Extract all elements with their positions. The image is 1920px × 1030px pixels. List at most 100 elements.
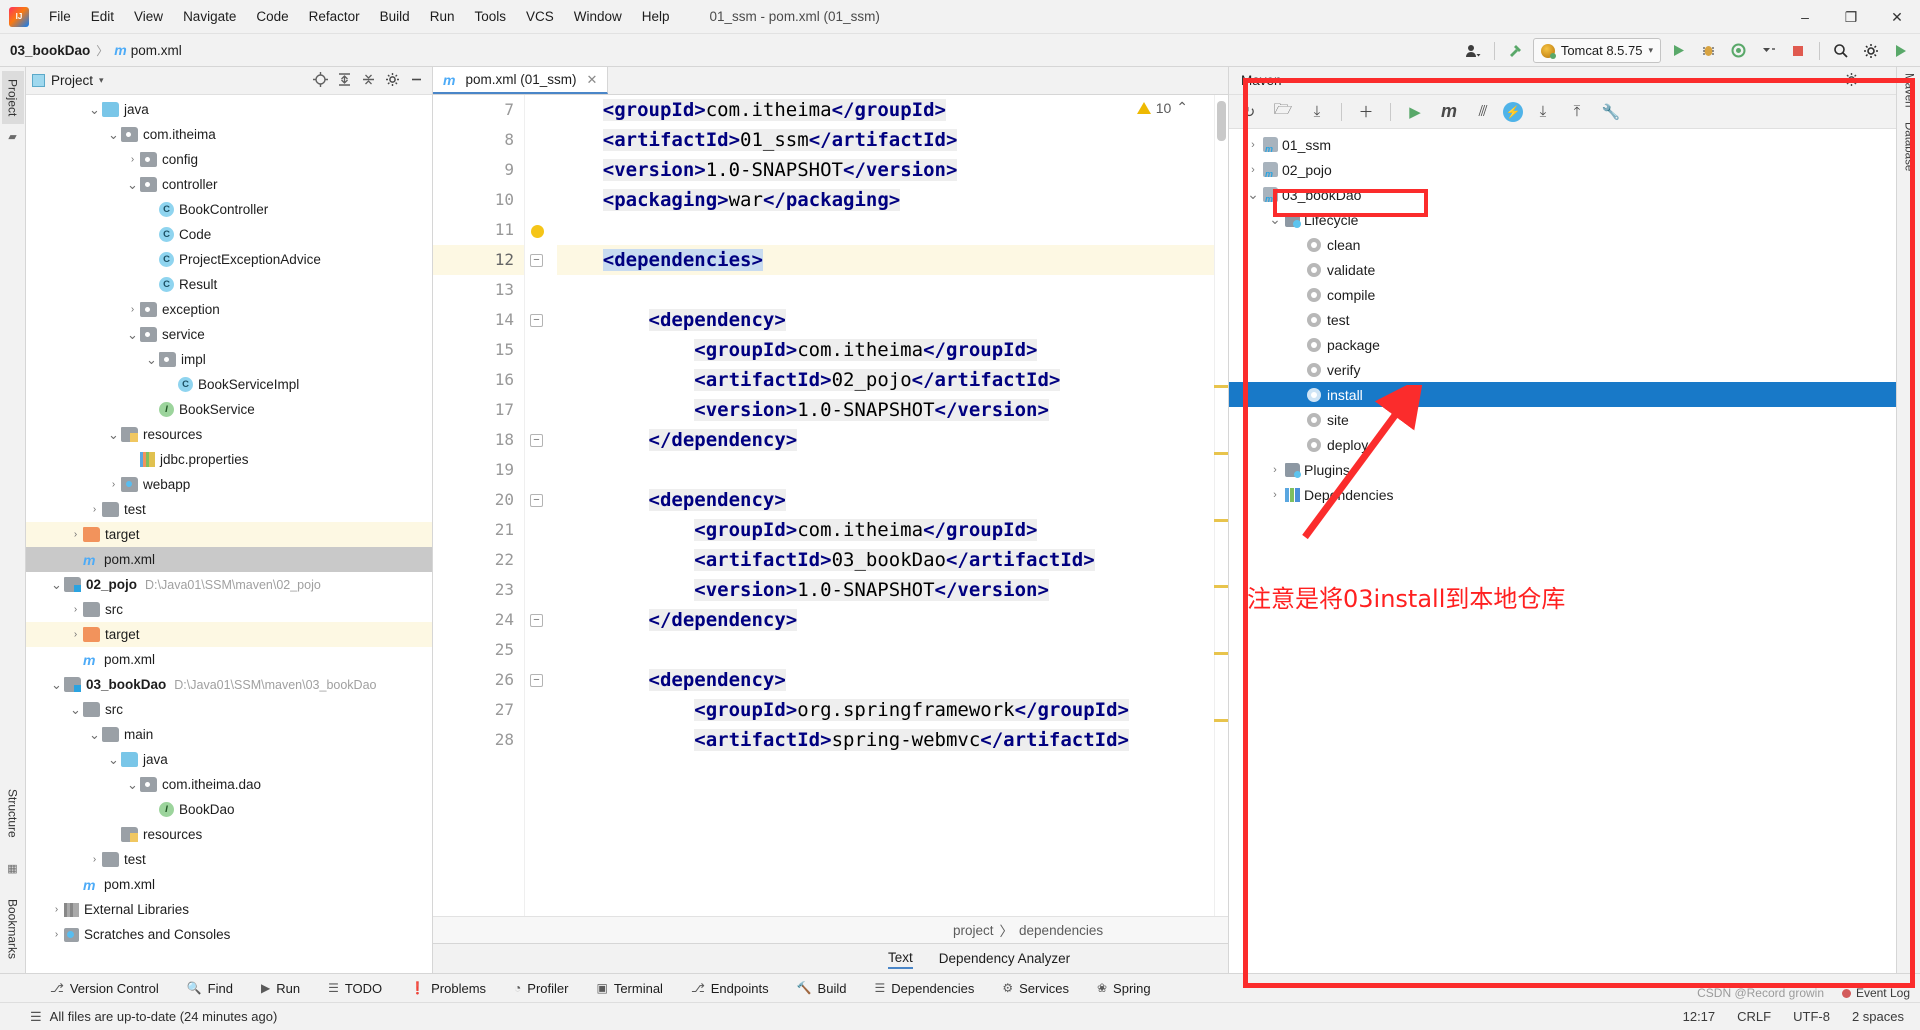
code-line[interactable]: <version>1.0-SNAPSHOT</version> <box>557 155 1228 185</box>
menu-build[interactable]: Build <box>370 5 420 28</box>
chevron-right-icon[interactable]: › <box>125 154 140 165</box>
chevron-down-icon[interactable]: ⌄ <box>87 102 102 118</box>
maven-tree-row[interactable]: site <box>1229 407 1896 432</box>
project-tree-row[interactable]: ⌄ src <box>26 697 432 722</box>
chevron-right-icon[interactable]: › <box>106 479 121 490</box>
commit-icon[interactable]: ▰ <box>8 130 16 143</box>
warning-stripe-4[interactable] <box>1214 585 1228 588</box>
maven-tree-row[interactable]: ⌄ 03_bookDao <box>1229 182 1896 207</box>
code-line[interactable]: <dependency> <box>557 305 1228 335</box>
maven-tree-row[interactable]: › 01_ssm <box>1229 132 1896 157</box>
project-tree-row[interactable]: › Scratches and Consoles <box>26 922 432 947</box>
settings-gear-icon[interactable] <box>1858 38 1884 64</box>
more-run-options-icon[interactable] <box>1755 38 1781 64</box>
chevron-down-icon[interactable]: ⌄ <box>125 777 140 793</box>
project-tree-row[interactable]: › src <box>26 597 432 622</box>
add-maven-project-icon[interactable]: ＋ <box>1352 99 1380 125</box>
toggle-skip-tests-icon[interactable]: ⫻ <box>1469 99 1497 125</box>
maven-tree-row[interactable]: compile <box>1229 282 1896 307</box>
project-tree-row[interactable]: › test <box>26 847 432 872</box>
project-tree-row[interactable]: C BookServiceImpl <box>26 372 432 397</box>
project-tree-row[interactable]: I BookService <box>26 397 432 422</box>
project-tree-row[interactable]: resources <box>26 822 432 847</box>
project-tree-row[interactable]: ⌄ com.itheima.dao <box>26 772 432 797</box>
menu-tools[interactable]: Tools <box>464 5 516 28</box>
code-fold-toggle-icon[interactable]: − <box>530 614 543 627</box>
project-tree-row[interactable]: ⌄ 03_bookDao D:\Java01\SSM\maven\03_bookDa… <box>26 672 432 697</box>
chevron-right-icon[interactable]: › <box>1265 464 1285 476</box>
maven-tree-row[interactable]: test <box>1229 307 1896 332</box>
maven-tree-row[interactable]: validate <box>1229 257 1896 282</box>
chevron-right-icon[interactable]: › <box>68 629 83 640</box>
code-line[interactable] <box>557 455 1228 485</box>
code-fold-toggle-icon[interactable]: − <box>530 494 543 507</box>
chevron-down-icon[interactable]: ⌄ <box>1265 211 1285 228</box>
select-opened-file-icon[interactable] <box>313 71 328 90</box>
reload-all-maven-projects-icon[interactable]: ↻ <box>1235 99 1263 125</box>
stop-button[interactable] <box>1785 38 1811 64</box>
code-line[interactable] <box>557 635 1228 665</box>
breadcrumb-file[interactable]: pom.xml <box>131 43 182 58</box>
menu-view[interactable]: View <box>124 5 173 28</box>
code-line[interactable]: <groupId>org.springframework</groupId> <box>557 695 1228 725</box>
project-tree-row[interactable]: ⌄ controller <box>26 172 432 197</box>
build-hammer-icon[interactable] <box>1503 38 1529 64</box>
menu-help[interactable]: Help <box>632 5 680 28</box>
chevron-down-icon[interactable]: ⌄ <box>68 702 83 718</box>
intention-bulb-icon[interactable] <box>531 225 544 238</box>
maven-tree-row[interactable]: package <box>1229 332 1896 357</box>
rail-tab-project[interactable]: Project <box>1 71 24 125</box>
code-line[interactable]: <groupId>com.itheima</groupId> <box>557 335 1228 365</box>
collapse-all-icon[interactable] <box>361 72 376 90</box>
chevron-down-icon[interactable]: ⌄ <box>49 577 64 593</box>
project-tree-row[interactable]: jdbc.properties <box>26 447 432 472</box>
project-tree-row[interactable]: ⌄ java <box>26 747 432 772</box>
project-tree-row[interactable]: ⌄ impl <box>26 347 432 372</box>
maven-settings-gear-icon[interactable] <box>1844 72 1859 90</box>
project-tree-row[interactable]: C ProjectExceptionAdvice <box>26 247 432 272</box>
code-line[interactable]: <artifactId>spring-webmvc</artifactId> <box>557 725 1228 755</box>
project-tree-row[interactable]: ⌄ service <box>26 322 432 347</box>
project-tree[interactable]: ⌄ java ⌄ com.itheima › config ⌄ controller C Book… <box>26 95 432 973</box>
menu-edit[interactable]: Edit <box>81 5 124 28</box>
bottom-tab-build[interactable]: 🔨 Build <box>783 974 861 1003</box>
chevron-right-icon[interactable]: › <box>87 854 102 865</box>
toggle-offline-mode-icon[interactable]: ⚡ <box>1503 101 1523 122</box>
maximize-button[interactable]: ❐ <box>1828 0 1874 34</box>
warning-stripe-6[interactable] <box>1214 719 1228 722</box>
status-encoding[interactable]: UTF-8 <box>1793 1009 1830 1024</box>
bottom-tab-profiler[interactable]: ◔ Profiler <box>500 974 582 1003</box>
chevron-down-icon[interactable]: ⌄ <box>106 427 121 443</box>
code-line[interactable] <box>557 215 1228 245</box>
project-tree-row[interactable]: ⌄ resources <box>26 422 432 447</box>
chevron-right-icon[interactable]: › <box>68 604 83 615</box>
editor-view-tab-text[interactable]: Text <box>888 948 913 969</box>
chevron-down-icon[interactable]: ⌄ <box>106 752 121 768</box>
warning-stripe-1[interactable] <box>1214 385 1228 388</box>
maven-tree-row[interactable]: › 02_pojo <box>1229 157 1896 182</box>
minimize-button[interactable]: – <box>1782 0 1828 34</box>
chevron-right-icon[interactable]: › <box>1265 489 1285 501</box>
project-view-chevron-down-icon[interactable]: ▾ <box>99 75 104 86</box>
chevron-down-icon[interactable]: ⌄ <box>125 177 140 193</box>
scrollbar-thumb[interactable] <box>1217 101 1226 141</box>
chevron-down-icon[interactable]: ⌄ <box>49 677 64 693</box>
maven-hide-panel-icon[interactable] <box>1873 72 1888 90</box>
execute-maven-goal-icon[interactable]: m <box>1435 99 1463 125</box>
chevron-down-icon[interactable]: ⌄ <box>144 352 159 368</box>
code-fold-toggle-icon[interactable]: − <box>530 674 543 687</box>
maven-tree-row[interactable]: deploy <box>1229 432 1896 457</box>
menu-vcs[interactable]: VCS <box>516 5 564 28</box>
chevron-right-icon[interactable]: › <box>68 529 83 540</box>
warning-stripe-3[interactable] <box>1214 519 1228 522</box>
code-line[interactable]: <artifactId>02_pojo</artifactId> <box>557 365 1228 395</box>
code-fold-toggle-icon[interactable]: − <box>530 254 543 267</box>
code-line[interactable]: <groupId>com.itheima</groupId> <box>557 515 1228 545</box>
bottom-tab-find[interactable]: 🔍 Find <box>173 974 247 1003</box>
menu-file[interactable]: File <box>39 5 81 28</box>
maven-settings-icon[interactable]: 🔧 <box>1597 99 1625 125</box>
run-maven-build-icon[interactable]: ▶ <box>1401 99 1429 125</box>
close-tab-icon[interactable]: ✕ <box>586 72 597 88</box>
menu-navigate[interactable]: Navigate <box>173 5 246 28</box>
code-line[interactable]: </dependency> <box>557 605 1228 635</box>
